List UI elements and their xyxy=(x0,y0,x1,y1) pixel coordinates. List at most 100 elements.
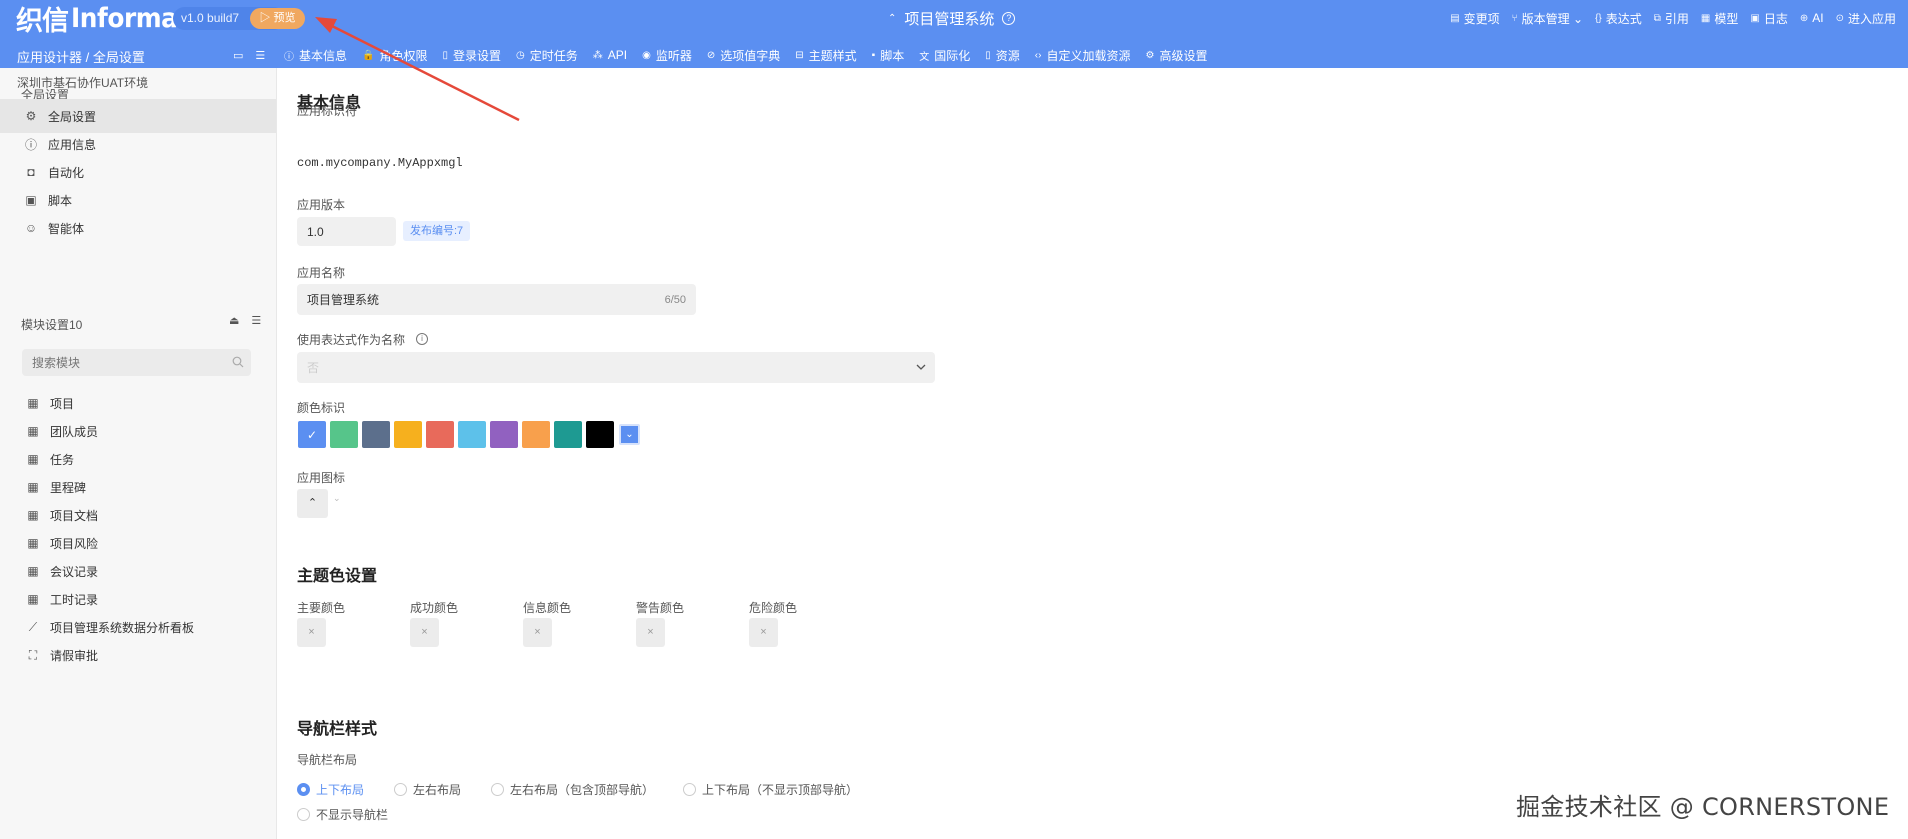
tab-label: 基本信息 xyxy=(299,48,348,63)
top-menu-label: AI xyxy=(1812,11,1824,25)
tab-label: 国际化 xyxy=(934,48,971,63)
top-menu-changes[interactable]: ▤ 变更项 xyxy=(1450,10,1499,27)
top-menu-log[interactable]: ▣ 日志 xyxy=(1750,10,1787,27)
tab-theme[interactable]: ⊟ 主题样式 xyxy=(795,47,856,64)
top-menu-braces[interactable]: {} 表达式 xyxy=(1595,10,1642,27)
color-swatch[interactable] xyxy=(490,421,518,448)
tab-settings[interactable]: ⚙ 高级设置 xyxy=(1145,47,1207,64)
theme-color-picker[interactable]: × xyxy=(523,618,552,647)
nav-layout-radio[interactable]: 左右布局 xyxy=(394,781,461,798)
chevron-down-icon[interactable]: ⌄ xyxy=(333,493,341,504)
preview-button[interactable]: ▷ 预览 xyxy=(250,8,305,29)
tab-clock[interactable]: ◷ 定时任务 xyxy=(516,47,578,64)
chart-icon: ⟋ xyxy=(28,619,38,634)
sidebar-item-label: 全局设置 xyxy=(48,109,97,124)
color-swatch[interactable] xyxy=(458,421,486,448)
tab-lock[interactable]: 🔒 角色权限 xyxy=(362,47,427,64)
settings-tabs: ⓘ 基本信息 🔒 角色权限 ▯ 登录设置 ◷ 定时任务 ⁂ API ◉ 监听器 ⊘ 选项值字典 ⊟ 主题样式 ▪… xyxy=(284,45,1207,65)
module-item-label: 任务 xyxy=(50,452,75,467)
tab-info[interactable]: ⓘ 基本信息 xyxy=(284,47,347,64)
nav-layout-radio[interactable]: 上下布局（不显示顶部导航） xyxy=(683,781,858,798)
release-number-tag: 发布编号:7 xyxy=(403,221,471,241)
top-menu-reference[interactable]: ⧉ 引用 xyxy=(1654,10,1689,27)
top-menu-label: 版本管理 ⌄ xyxy=(1521,11,1584,26)
help-icon[interactable]: ? xyxy=(1002,11,1016,25)
color-swatch[interactable] xyxy=(362,421,390,448)
clock-icon: ◷ xyxy=(516,49,525,61)
tab-listener[interactable]: ◉ 监听器 xyxy=(642,47,692,64)
expr-name-select[interactable]: 否 xyxy=(297,352,935,383)
collapse-icon[interactable]: ⏏ xyxy=(229,314,239,327)
color-label: 颜色标识 xyxy=(297,401,346,415)
table-icon: ▦ xyxy=(27,592,39,606)
table-icon: ▦ xyxy=(27,480,39,494)
theme-color-label: 警告颜色 xyxy=(636,601,685,615)
app-icon-picker[interactable]: ⌃ xyxy=(297,489,328,518)
script-icon: ▪ xyxy=(871,49,876,61)
module-item-label: 请假审批 xyxy=(50,648,99,663)
top-menu-enter[interactable]: ⊙ 进入应用 xyxy=(1836,10,1896,27)
tab-code[interactable]: ‹› 自定义加载资源 xyxy=(1035,47,1131,64)
resource-icon: ▯ xyxy=(985,49,991,61)
api-icon: ⁂ xyxy=(592,49,603,61)
nav-layout-radio[interactable]: 上下布局 xyxy=(297,781,364,798)
tab-i18n[interactable]: 文国际化 xyxy=(919,47,970,64)
tab-label: 登录设置 xyxy=(453,48,502,63)
reference-icon: ⧉ xyxy=(1653,12,1661,24)
table-icon: ▦ xyxy=(27,564,39,578)
color-swatch[interactable] xyxy=(330,421,358,448)
logo-en: Informat xyxy=(71,2,189,34)
theme-icon: ⊟ xyxy=(795,49,804,61)
color-swatch[interactable] xyxy=(426,421,454,448)
theme-color-picker[interactable]: × xyxy=(636,618,665,647)
i18n-icon: 文 xyxy=(919,51,930,63)
color-picker-button[interactable]: ⌄ xyxy=(619,424,640,445)
theme-color-picker[interactable]: × xyxy=(297,618,326,647)
tab-options[interactable]: ⊘ 选项值字典 xyxy=(707,47,780,64)
module-item-label: 项目文档 xyxy=(50,508,99,523)
sort-icon[interactable]: ☰ xyxy=(251,314,261,327)
version-input[interactable]: 1.0 xyxy=(297,217,396,246)
tab-api[interactable]: ⁂ API xyxy=(593,48,627,62)
theme-color-picker[interactable]: × xyxy=(749,618,778,647)
radio-dot xyxy=(394,783,407,796)
top-menu-label: 引用 xyxy=(1664,11,1689,26)
tab-login[interactable]: ▯ 登录设置 xyxy=(442,47,501,64)
top-menu-label: 表达式 xyxy=(1605,11,1642,26)
module-item-label: 会议记录 xyxy=(50,564,99,579)
sidebar-item-label: 应用信息 xyxy=(48,137,97,152)
app-name-input[interactable]: 项目管理系统 6/50 xyxy=(297,284,696,315)
top-menu-grid[interactable]: ▦ 模型 xyxy=(1701,10,1738,27)
module-settings-title: 模块设置10 xyxy=(21,318,83,332)
info-icon[interactable]: i xyxy=(416,333,428,345)
theme-color-title: 主题色设置 xyxy=(297,568,378,585)
color-swatch[interactable] xyxy=(586,421,614,448)
color-swatch[interactable] xyxy=(554,421,582,448)
theme-color-picker[interactable]: × xyxy=(410,618,439,647)
top-menu-ai[interactable]: ⊕ AI xyxy=(1800,11,1824,25)
breadcrumb: 应用设计器 / 全局设置 xyxy=(17,50,145,65)
nav-layout-radio[interactable]: 左右布局（包含顶部导航） xyxy=(491,781,654,798)
module-item-label: 项目 xyxy=(50,396,75,411)
module-item-9[interactable]: ⛶ 请假审批 xyxy=(0,638,276,672)
braces-icon: {} xyxy=(1595,12,1602,24)
module-search-input[interactable] xyxy=(22,349,251,376)
version-value: 1.0 xyxy=(307,224,324,239)
char-counter: 6/50 xyxy=(664,293,686,306)
sidebar-item-4[interactable]: ☺ 智能体 xyxy=(0,211,276,245)
app-title-switcher[interactable]: ⌃ 项目管理系统 ? xyxy=(888,0,1016,36)
tab-resource[interactable]: ▯ 资源 xyxy=(985,47,1020,64)
list-indent-icon[interactable]: ☰ xyxy=(255,49,265,62)
note-icon[interactable]: ▭ xyxy=(233,49,243,62)
nav-layout-radio[interactable]: 不显示导航栏 xyxy=(297,806,388,823)
color-swatch[interactable] xyxy=(394,421,422,448)
log-icon: ▣ xyxy=(1750,12,1760,24)
theme-color-label: 信息颜色 xyxy=(523,601,572,615)
tab-script[interactable]: ▪ 脚本 xyxy=(872,47,905,64)
top-menu-version[interactable]: ⑂ 版本管理 ⌄ xyxy=(1512,10,1583,27)
color-swatch[interactable] xyxy=(522,421,550,448)
tab-label: 高级设置 xyxy=(1159,48,1208,63)
app-name-value: 项目管理系统 xyxy=(307,293,380,307)
color-swatch[interactable]: ✓ xyxy=(298,421,326,448)
logo-cn: 织信 xyxy=(16,5,69,37)
